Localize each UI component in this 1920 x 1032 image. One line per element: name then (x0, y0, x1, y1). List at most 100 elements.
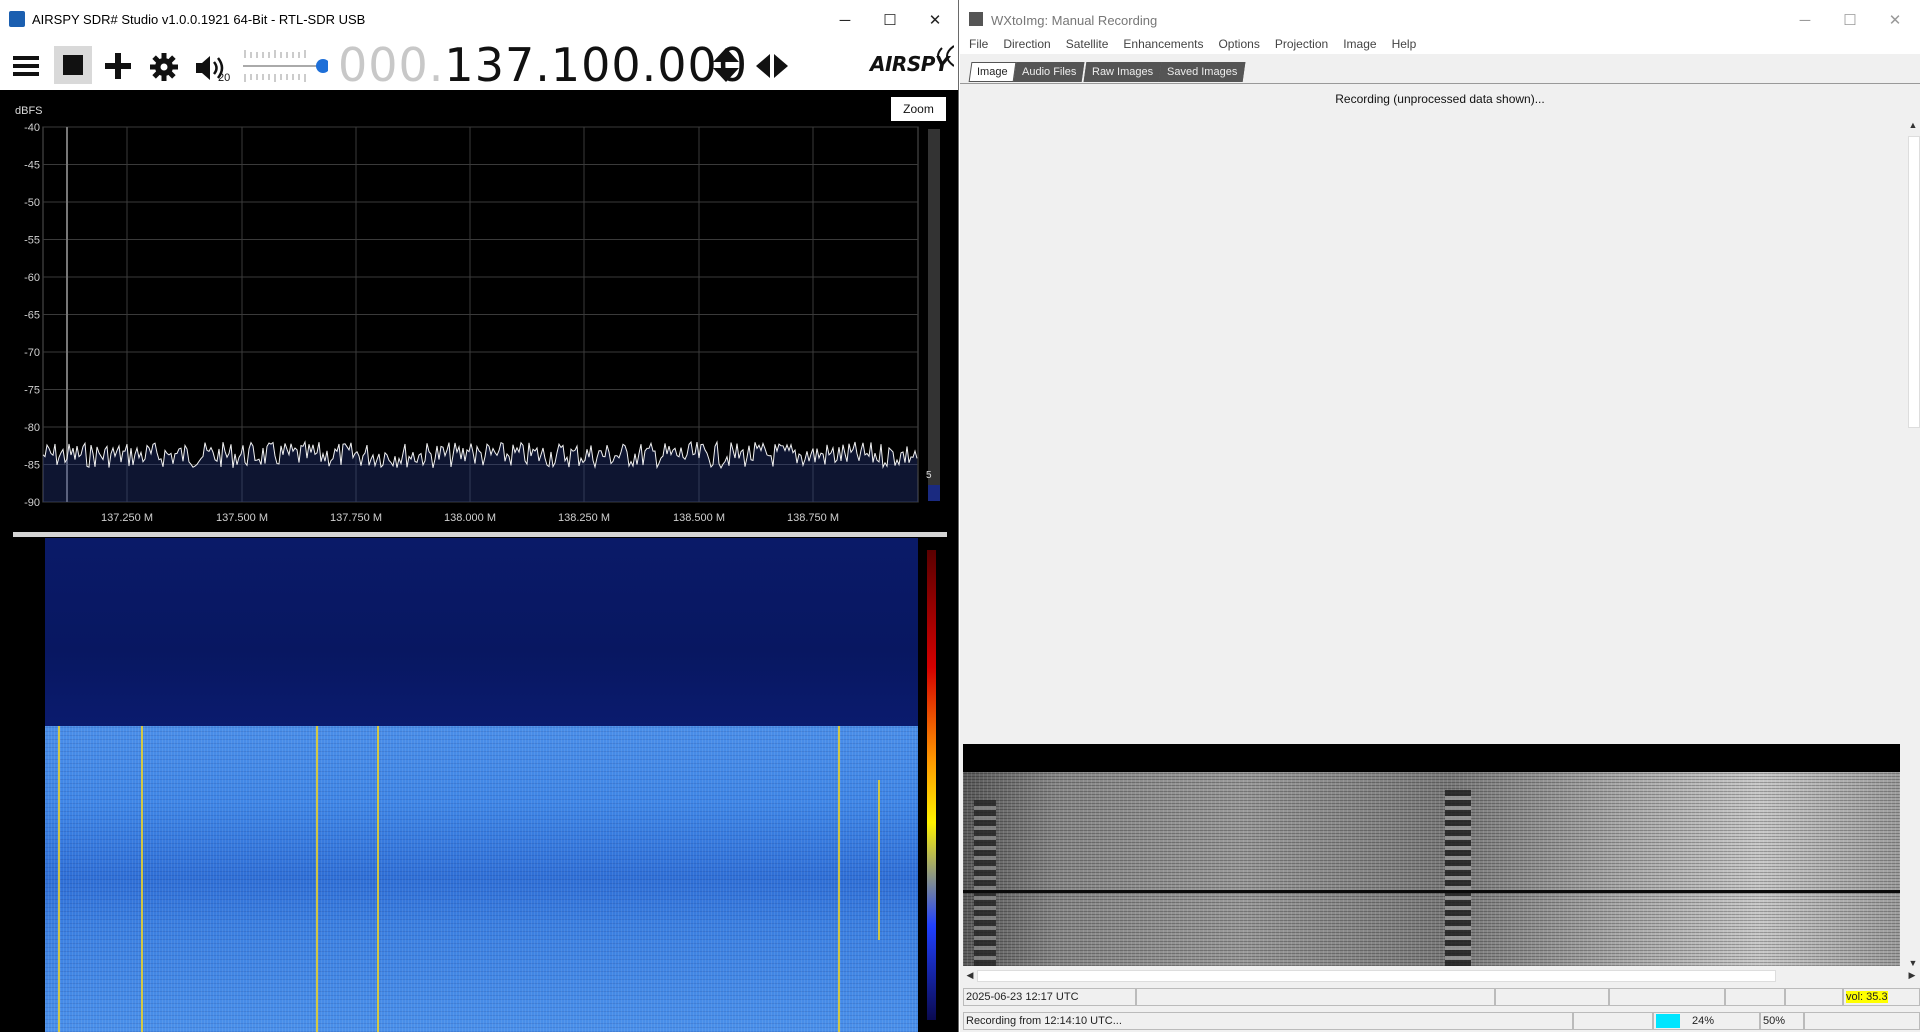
waterfall-color-scale (927, 550, 936, 1020)
menu-enhancements[interactable]: Enhancements (1123, 37, 1203, 51)
waterfall-signal-area (45, 726, 918, 1032)
image-noise-line (963, 890, 1900, 893)
wx-minimize-button[interactable]: ─ (1785, 6, 1825, 34)
status-field (1725, 988, 1785, 1006)
spectrum-y-tick: -75 (24, 385, 40, 397)
menu-satellite[interactable]: Satellite (1066, 37, 1109, 51)
left-right-arrows-icon (756, 54, 788, 78)
spectrum-fill (43, 442, 918, 502)
sdr-minimize-button[interactable]: ─ (825, 6, 865, 34)
menu-icon[interactable] (12, 52, 40, 80)
airspy-wave-icon (937, 45, 954, 67)
waterfall-signal-line (377, 726, 379, 1032)
signal-level-percent: 24% (1692, 1015, 1715, 1027)
wx-close-button[interactable]: ✕ (1875, 6, 1915, 34)
vertical-scrollbar[interactable]: ▲ ▼ (1906, 116, 1920, 972)
plus-icon (105, 53, 131, 79)
image-sync-band (974, 800, 996, 966)
status-date: 2025-06-23 12:17 UTC (963, 988, 1136, 1006)
menu-direction[interactable]: Direction (1003, 37, 1050, 51)
signal-level-meter (928, 129, 940, 501)
menu-projection[interactable]: Projection (1275, 37, 1328, 51)
spectrum-y-tick: -70 (24, 347, 40, 359)
menu-options[interactable]: Options (1218, 37, 1259, 51)
status-field (1136, 988, 1495, 1006)
spectrum-x-tick: 137.500 M (216, 512, 268, 524)
tuning-arrows-button[interactable] (756, 52, 788, 80)
spectrum-y-tick: -55 (24, 235, 40, 247)
spectrum-y-tick: -45 (24, 160, 40, 172)
spectrum-ylabel: dBFS (15, 105, 43, 117)
wx-app-icon (969, 12, 983, 26)
sdr-window-title: AIRSPY SDR# Studio v1.0.0.1921 64-Bit - … (32, 12, 366, 27)
spectrum-y-tick: -60 (24, 272, 40, 284)
add-button[interactable] (104, 52, 132, 80)
horizontal-scroll-thumb[interactable] (977, 970, 1776, 982)
spectrum-y-tick: -85 (24, 460, 40, 472)
spectrum-x-tick: 138.750 M (787, 512, 839, 524)
spectrum-y-tick: -50 (24, 197, 40, 209)
tab-audio-files[interactable]: Audio Files (1013, 62, 1085, 82)
spectrum-panel[interactable]: -40 -45 -50 -55 -60 -65 -70 -75 -80 -85 -90 137.250… (13, 97, 947, 532)
sdr-close-button[interactable]: ✕ (915, 6, 955, 34)
volume-status: vol: 35.3 (1843, 988, 1920, 1006)
recording-status: Recording (unprocessed data shown)... (1335, 92, 1545, 106)
spectrum-y-tick: -65 (24, 310, 40, 322)
wx-maximize-button[interactable]: ☐ (1830, 6, 1870, 34)
menu-help[interactable]: Help (1392, 37, 1417, 51)
waterfall-signal-line (316, 726, 318, 1032)
status-field (1804, 1012, 1920, 1030)
sdr-title-bar: AIRSPY SDR# Studio v1.0.0.1921 64-Bit - … (0, 0, 958, 40)
zoom-button[interactable]: Zoom (891, 97, 946, 121)
tab-saved-images[interactable]: Saved Images (1158, 62, 1246, 82)
wx-window-title: WXtoImg: Manual Recording (991, 13, 1158, 28)
scroll-up-icon[interactable]: ▲ (1906, 118, 1920, 132)
signal-level-bar (1656, 1014, 1680, 1028)
wx-tab-bar: Image Audio Files Raw Images Saved Image… (960, 60, 1920, 84)
waterfall-signal-line (141, 726, 143, 1032)
horizontal-scrollbar[interactable]: ◀ ▶ (963, 968, 1920, 982)
settings-button[interactable] (149, 52, 179, 82)
scroll-right-icon[interactable]: ▶ (1905, 968, 1919, 982)
waterfall-signal-line (878, 780, 880, 940)
waterfall-no-signal-area (45, 538, 918, 726)
spectrum-y-tick: -90 (24, 497, 40, 509)
spectrum-y-tick: -40 (24, 122, 40, 134)
vertical-scroll-thumb[interactable] (1908, 136, 1920, 428)
tab-image[interactable]: Image (968, 62, 1016, 82)
signal-level: 24% (1653, 1012, 1760, 1030)
recording-from-status: Recording from 12:14:10 UTC... (963, 1012, 1573, 1030)
volume-readout: vol: 35.3 (1846, 991, 1888, 1003)
signal-level-fill (928, 485, 940, 501)
frequency-lead-digits: 000. (338, 38, 445, 92)
spectrum-y-tick: -80 (24, 422, 40, 434)
wxtoimg-window: WXtoImg: Manual Recording ─ ☐ ✕ File Dir… (960, 0, 1920, 1032)
spectrum-x-tick: 137.250 M (101, 512, 153, 524)
menu-file[interactable]: File (969, 37, 988, 51)
frequency-display[interactable]: 000. 137.100.000 (338, 38, 749, 92)
panel-splitter[interactable] (13, 532, 947, 537)
status-field (1495, 988, 1609, 1006)
sdr-window: AIRSPY SDR# Studio v1.0.0.1921 64-Bit - … (0, 0, 959, 1032)
frequency-step-button[interactable] (712, 47, 740, 83)
spectrum-x-tick: 138.500 M (673, 512, 725, 524)
status-field (1609, 988, 1725, 1006)
spectrum-x-tick: 138.000 M (444, 512, 496, 524)
spectrum-graph: -40 -45 -50 -55 -60 -65 -70 -75 -80 -85 -90 137.250… (24, 122, 940, 524)
volume-level: 20 (218, 72, 231, 84)
image-sync-band (1445, 790, 1471, 966)
tab-raw-images[interactable]: Raw Images (1083, 62, 1162, 82)
stop-button[interactable] (54, 46, 92, 84)
menu-image[interactable]: Image (1343, 37, 1376, 51)
sdr-maximize-button[interactable]: ☐ (870, 6, 910, 34)
stop-icon (63, 55, 83, 75)
spectrum-x-tick: 137.750 M (330, 512, 382, 524)
waterfall-signal-line (838, 726, 840, 1032)
spectrum-side-value: 5 (926, 470, 932, 481)
frequency-digits: 137.100.000 (444, 38, 749, 92)
waterfall-signal-line (58, 726, 60, 1032)
up-down-arrows-icon (713, 48, 739, 82)
volume-slider[interactable] (243, 48, 330, 84)
status-field (1573, 1012, 1653, 1030)
scroll-left-icon[interactable]: ◀ (963, 968, 977, 982)
